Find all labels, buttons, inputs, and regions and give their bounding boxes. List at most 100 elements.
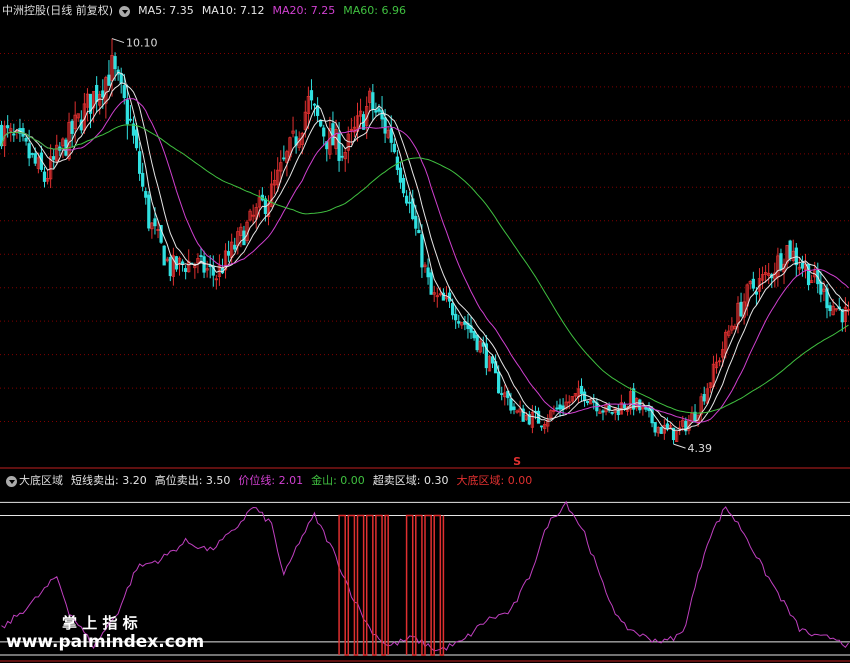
candle-body [702,394,706,402]
ma10-line [1,82,849,430]
candle-body [616,409,620,416]
candle-body [374,110,378,113]
candle-body [141,172,145,187]
candle-body [454,313,458,321]
stock-title: 中洲控股(日线 前复权) [2,4,114,17]
candle-body [509,398,513,411]
indicator-title: 大底区域 [19,474,63,487]
candle-body [27,143,31,159]
candle-body [70,120,74,134]
candle-body [622,404,627,409]
candle-body [147,194,151,229]
candle-body [472,330,476,339]
candle-body [128,118,133,121]
candle-body [457,321,461,324]
candle-body [162,245,166,266]
bottom-zone-signal [405,514,445,656]
candle-body [377,108,381,112]
ma20-line [1,98,849,424]
candle-body [751,278,755,289]
candle-body [337,132,341,161]
candle-body [125,99,129,125]
candle-body [754,291,759,295]
candle-body [420,234,424,268]
candle-body [401,178,406,194]
candle-body [500,393,504,395]
candle-body [601,410,605,413]
chart-canvas[interactable]: 10.10 4.39 S [0,0,850,663]
candle-body [101,90,105,98]
ma-legend-item: MA60: 6.96 [343,4,406,17]
indicator-legend-item: 金山: 0.00 [311,474,365,487]
candle-body [137,151,142,174]
candle-body [144,191,148,198]
high-marker-line [111,38,125,44]
candle-body [95,84,99,102]
candle-body [312,103,317,106]
candle-body [30,153,34,155]
candle-body [739,301,743,317]
watermark-title: 掌 上 指 标 [62,614,138,632]
candle-body [52,156,56,160]
candle-body [539,425,544,428]
bottom-zone-signal [338,514,389,656]
candle-body [134,129,139,149]
candle-body [555,407,559,410]
candle-body [408,201,412,204]
candle-body [113,56,117,70]
indicator-legend-item: 短线卖出: 3.20 [71,474,147,487]
watermark-url: www.palmindex.com [6,632,205,652]
candle-body [226,251,231,256]
candle-body [429,272,433,295]
candle-body [199,255,203,257]
candle-body [475,334,479,351]
candle-body [340,155,344,158]
candle-body [693,411,697,422]
candle-body [122,85,126,99]
candle-body [450,303,455,316]
indicator-legend-item: 价位线: 2.01 [238,474,304,487]
candle-body [6,125,10,129]
candle-body [558,404,562,410]
candle-body [12,133,16,136]
high-price-label: 10.10 [126,37,157,50]
candle-body [371,92,375,110]
candle-body [42,171,47,182]
main-chart-legend: 中洲控股(日线 前复权) MA5: 7.35 MA10: 7.12 MA20: 7.… [2,2,408,20]
candle-body [610,411,614,414]
candle-body [632,388,636,410]
stock-chart-window: 10.10 4.39 S 中洲控股(日线 前复权) MA5: 7.35 MA10: 7… [0,0,850,663]
candle-body [282,157,286,160]
candle-body [779,253,783,270]
candle-body [184,268,188,272]
candle-body [665,423,670,429]
candle-body [417,229,421,234]
candle-body [107,74,111,86]
ma-legend-item: MA5: 7.35 [138,4,194,17]
low-marker-line [673,443,686,449]
indicator-dropdown-icon[interactable] [6,475,17,487]
indicator-legend-item: 高位卖出: 3.50 [154,474,231,487]
candle-body [579,385,584,395]
ma-legend-item: MA20: 7.25 [272,4,336,17]
low-price-label: 4.39 [688,442,713,455]
candle-body [24,137,28,142]
ma-legend-item: MA10: 7.12 [201,4,265,17]
candle-body [512,406,516,410]
candle-body [119,73,123,84]
candle-body [582,391,587,402]
candle-body [828,305,832,312]
candle-body [586,400,590,404]
ma5-line [1,71,849,432]
candle-body [322,127,326,137]
indicator-dropdown-icon[interactable] [119,5,131,17]
sell-signal-label: S [513,455,521,468]
candle-body [392,143,396,153]
candle-body [404,195,409,204]
candle-body [153,218,157,227]
candle-body [497,371,501,394]
indicator-legend: 大底区域 短线卖出: 3.20 高位卖出: 3.50 价位线: 2.01 金山: 0.… [2,472,534,490]
candle-body [788,240,792,259]
candle-body [800,262,805,269]
candle-body [414,215,418,229]
